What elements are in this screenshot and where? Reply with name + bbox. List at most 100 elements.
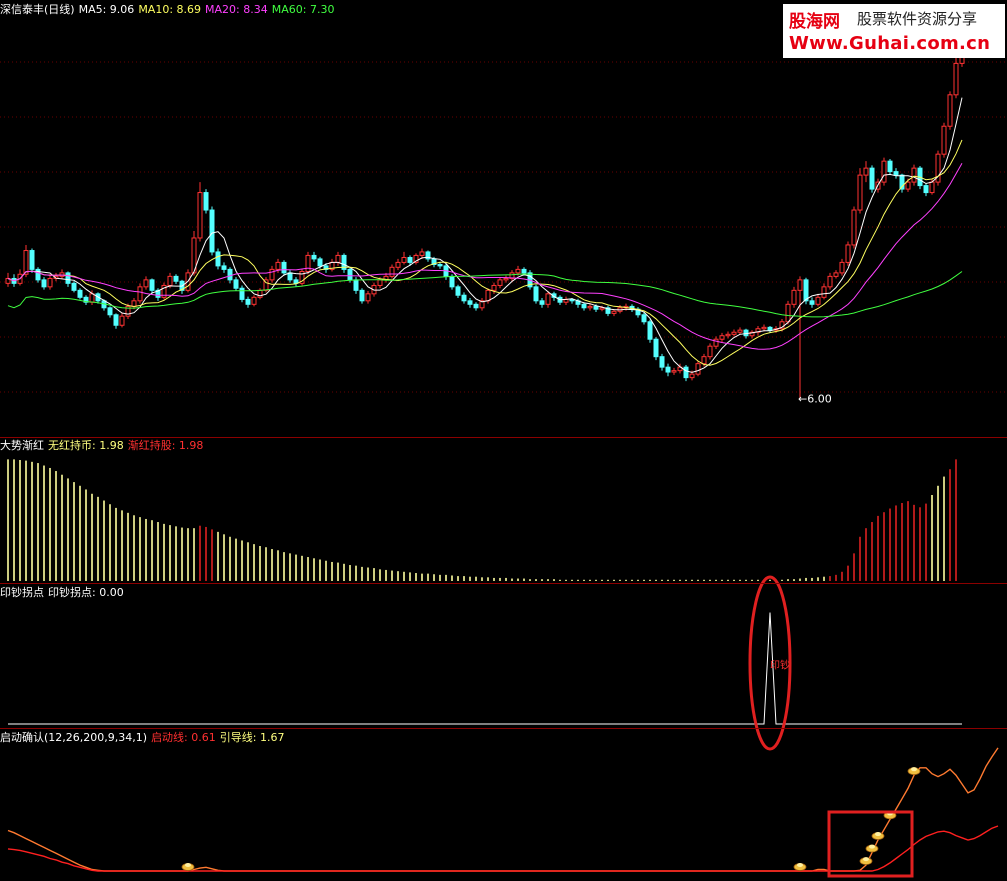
gold-ingot-icon — [869, 844, 875, 849]
candle-body — [737, 329, 743, 333]
candle-body — [281, 261, 287, 274]
candle-body — [857, 174, 863, 211]
candle-body — [701, 356, 707, 365]
signal-highlight-box — [827, 810, 914, 878]
gold-ingot-icon — [911, 767, 917, 772]
candle-body — [785, 303, 791, 323]
candle-body — [389, 266, 395, 277]
candle-body — [731, 331, 737, 335]
candle-body — [269, 268, 275, 281]
candle-body — [353, 279, 359, 291]
reversal-marker-label: 印钞 — [770, 658, 790, 671]
candle-body — [671, 370, 677, 373]
candle-body — [317, 258, 323, 267]
candle-body — [395, 261, 401, 268]
panel2-label-b: 渐红持股: 1.98 — [127, 439, 204, 452]
candle-body — [47, 277, 53, 288]
candle-body — [695, 363, 701, 375]
candle-body — [473, 303, 479, 309]
gold-ingot-icon — [185, 863, 191, 867]
candle-body — [23, 250, 29, 275]
candle-body — [905, 181, 911, 190]
candle-body — [953, 62, 959, 96]
candle-body — [719, 335, 725, 340]
watermark-logo: 股海网 股票软件资源分享 Www.Guhai.com.cn — [783, 4, 1005, 58]
candle-body — [947, 94, 953, 127]
candle-body — [911, 167, 917, 183]
candle-body — [239, 287, 245, 300]
panel2-header: 大势渐红 无红持币: 1.98 渐红持股: 1.98 — [0, 439, 207, 453]
candle-body — [539, 300, 545, 305]
candles — [5, 35, 965, 399]
candle-body — [107, 307, 113, 316]
candle-body — [167, 275, 173, 286]
panel3-title: 印钞拐点 — [0, 586, 44, 599]
candle-body — [401, 257, 407, 263]
candle-body — [923, 185, 929, 194]
panel-divider-2 — [0, 583, 1007, 584]
candle-body — [71, 282, 77, 291]
candle-body — [467, 300, 473, 305]
logo-slogan: 股票软件资源分享 — [857, 10, 978, 28]
logo-brand: 股海网 — [789, 12, 840, 32]
candle-body — [533, 286, 539, 302]
candle-body — [365, 293, 371, 302]
candle-body — [767, 326, 773, 331]
candle-body — [377, 279, 383, 286]
gold-ingot-icon — [863, 857, 869, 862]
reversal-line — [8, 612, 962, 725]
candle-body — [881, 160, 887, 183]
candle-body — [275, 261, 281, 270]
candle-body — [803, 279, 809, 302]
candle-body — [197, 192, 203, 239]
candle-body — [137, 286, 143, 302]
candle-body — [839, 261, 845, 274]
candle-body — [233, 279, 239, 289]
candle-body — [311, 254, 317, 260]
candle-body — [845, 244, 851, 263]
candle-body — [335, 254, 341, 263]
ma60-label: MA60: 7.30 — [271, 3, 335, 16]
candle-body — [407, 257, 413, 263]
signal-markers — [181, 767, 921, 871]
candle-body — [815, 296, 821, 305]
candle-body — [929, 181, 935, 194]
candle-body — [143, 279, 149, 288]
candle-body — [149, 279, 155, 291]
candle-body — [437, 264, 443, 267]
panel2-label-a: 无红持币: 1.98 — [48, 439, 124, 452]
candle-body — [359, 289, 365, 302]
candle-body — [521, 268, 527, 274]
main-panel-title: 深信泰丰(日线) — [0, 3, 75, 16]
panel-divider-1 — [0, 437, 1007, 438]
low-price-annotation: ←6.00 — [798, 393, 832, 406]
candle-body — [833, 272, 839, 277]
panel-divider-3 — [0, 728, 1007, 729]
candle-body — [797, 279, 803, 291]
candle-body — [497, 279, 503, 286]
candle-body — [485, 289, 491, 302]
ma10-label: MA10: 8.69 — [138, 3, 202, 16]
candle-body — [119, 315, 125, 326]
trend-histogram — [7, 459, 957, 581]
candle-body — [65, 272, 71, 284]
candle-body — [347, 268, 353, 281]
candle-body — [869, 167, 875, 190]
gold-ingot-icon — [875, 832, 881, 837]
gold-ingot-icon — [797, 863, 803, 867]
candle-body — [821, 286, 827, 298]
ma5-line — [7, 97, 963, 373]
candle-body — [683, 366, 689, 379]
launch-line — [7, 747, 999, 872]
candle-body — [659, 356, 665, 368]
candle-body — [455, 286, 461, 296]
candle-body — [581, 303, 587, 309]
candle-body — [545, 293, 551, 305]
candle-body — [647, 321, 653, 340]
candle-body — [941, 125, 947, 155]
panel4-label-a: 启动线: 0.61 — [151, 731, 216, 744]
candle-body — [851, 209, 857, 246]
panel3-label-a: 印钞拐点: 0.00 — [48, 586, 124, 599]
panel2-title: 大势渐红 — [0, 439, 44, 452]
candle-body — [461, 294, 467, 302]
